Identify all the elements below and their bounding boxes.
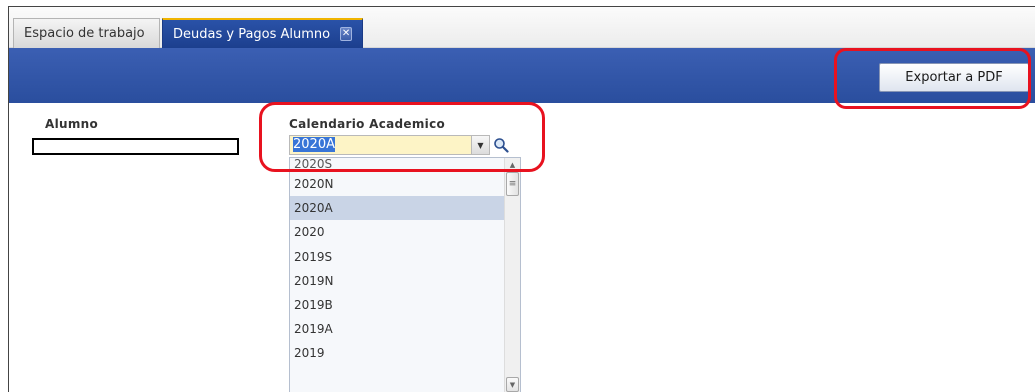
tab-strip: Espacio de trabajo Deudas y Pagos Alumno… — [9, 7, 1035, 48]
list-item[interactable]: 2019N — [290, 269, 504, 293]
close-icon[interactable]: ✕ — [340, 27, 352, 41]
list-item-selected[interactable]: 2020A — [290, 196, 504, 221]
dropdown-options: 2020S 2020N 2020A 2020 2019S 2019N 2019B… — [290, 158, 504, 366]
tab-deudas-y-pagos-alumno[interactable]: Deudas y Pagos Alumno ✕ — [162, 18, 363, 48]
list-item[interactable]: 2019B — [290, 293, 504, 317]
export-pdf-button[interactable]: Exportar a PDF — [879, 63, 1029, 92]
tab-label: Espacio de trabajo — [24, 26, 145, 41]
list-item[interactable]: 2019 — [290, 341, 504, 365]
scroll-up-icon[interactable]: ▲ — [505, 158, 520, 172]
tab-espacio-de-trabajo[interactable]: Espacio de trabajo — [13, 18, 160, 48]
app-window: Espacio de trabajo Deudas y Pagos Alumno… — [8, 6, 1035, 392]
scroll-down-icon[interactable]: ▼ — [506, 377, 519, 392]
list-item[interactable]: 2019S — [290, 245, 504, 269]
chevron-down-icon[interactable]: ▼ — [472, 135, 490, 155]
calendario-selected-text: 2020A — [293, 137, 335, 152]
dropdown-scrollbar[interactable]: ▲ ≡ ▼ — [504, 158, 520, 392]
scroll-thumb[interactable]: ≡ — [506, 172, 519, 196]
alumno-field[interactable] — [32, 138, 239, 155]
tab-label: Deudas y Pagos Alumno — [173, 26, 331, 42]
list-item[interactable]: 2020 — [290, 220, 504, 244]
list-item[interactable]: 2020N — [290, 172, 504, 196]
alumno-label: Alumno — [45, 117, 99, 131]
toolbar: Exportar a PDF — [9, 48, 1035, 103]
calendario-combobox: 2020A ▼ — [289, 135, 511, 155]
list-item[interactable]: 2020S — [290, 158, 504, 172]
list-item[interactable]: 2019A — [290, 317, 504, 341]
calendario-dropdown-list: 2020S 2020N 2020A 2020 2019S 2019N 2019B… — [289, 157, 521, 392]
calendario-input[interactable]: 2020A — [289, 135, 472, 155]
search-icon[interactable] — [491, 135, 511, 155]
calendario-label: Calendario Academico — [289, 117, 446, 131]
